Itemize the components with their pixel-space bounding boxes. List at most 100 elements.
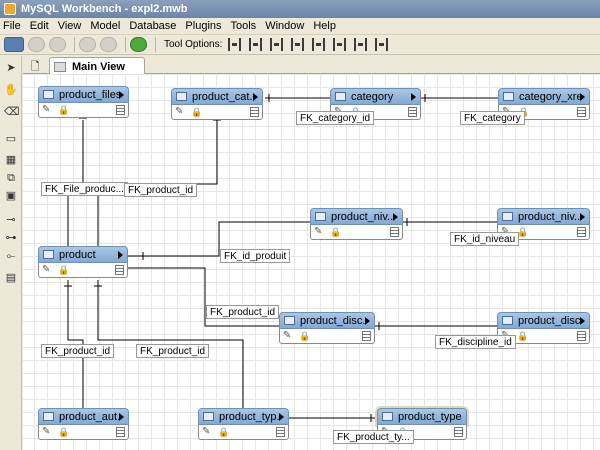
pencil-icon[interactable]: ✎ [283,331,291,341]
distribute-h-icon[interactable] [354,38,368,51]
lock-icon: 🔒 [58,105,70,115]
menu-model[interactable]: Model [90,20,120,32]
note-tool-icon[interactable]: ▤ [4,271,18,285]
fk-label[interactable]: FK_id_niveau [450,232,520,246]
lock-icon: 🔒 [58,427,70,437]
relationship-1-n-tool-icon[interactable]: ⊶ [4,231,18,245]
expand-arrow-icon[interactable] [118,250,123,259]
new-button[interactable] [28,37,45,52]
rows-icon [454,427,463,437]
menu-edit[interactable]: Edit [30,20,49,32]
hand-tool-icon[interactable]: ✋ [4,83,18,97]
rows-icon [250,107,259,117]
layer-tool-icon[interactable]: ▭ [4,132,18,146]
pencil-icon[interactable]: ✎ [42,265,50,275]
pencil-icon[interactable]: ✎ [314,227,322,237]
lock-icon: 🔒 [299,331,311,341]
align-right-icon[interactable] [270,38,284,51]
align-bottom-icon[interactable] [333,38,347,51]
menu-help[interactable]: Help [313,20,336,32]
table-icon [503,92,514,101]
menu-plugins[interactable]: Plugins [185,20,221,32]
fk-label[interactable]: FK_product_ty... [333,430,414,444]
align-left-icon[interactable] [228,38,242,51]
menu-tools[interactable]: Tools [231,20,257,32]
table-icon [284,316,295,325]
menu-view[interactable]: View [58,20,82,32]
tool-options-label: Tool Options: [164,39,223,50]
execute-button[interactable] [130,37,147,52]
lock-icon: 🔒 [330,227,342,237]
table-icon [335,92,346,101]
fk-label[interactable]: FK_category_id [296,111,375,125]
pencil-icon[interactable]: ✎ [42,427,50,437]
expand-arrow-icon[interactable] [365,316,370,325]
expand-arrow-icon[interactable] [393,212,398,221]
home-button[interactable] [4,37,24,52]
window-title: MySQL Workbench - expl2.mwb [21,3,188,15]
expand-arrow-icon[interactable] [279,412,284,421]
fk-label[interactable]: FK_product_id [41,344,115,358]
table-icon [315,212,326,221]
fk-label[interactable]: FK_product_id [124,183,198,197]
expand-arrow-icon[interactable] [411,92,416,101]
expand-arrow-icon[interactable] [580,92,585,101]
table-product-niv-a[interactable]: product_niv... ✎ 🔒 [310,208,403,242]
align-top-icon[interactable] [291,38,305,51]
table-icon [382,412,393,421]
relationship-1-1-tool-icon[interactable]: ⊸ [4,213,18,227]
align-center-icon[interactable] [249,38,263,51]
table-product-aut[interactable]: product_aut... ✎ 🔒 [38,408,129,442]
menu-window[interactable]: Window [265,20,304,32]
tab-main-view[interactable]: Main View [49,57,145,75]
table-icon [502,212,513,221]
redo-button[interactable] [100,37,117,52]
title-bar: MySQL Workbench - expl2.mwb [0,0,600,18]
fk-label[interactable]: FK_id_produit [220,249,291,263]
rows-icon [408,107,417,117]
fk-label[interactable]: FK_product_id [136,344,210,358]
tab-label: Main View [72,60,125,73]
expand-arrow-icon[interactable] [119,90,124,99]
relationship-n-m-tool-icon[interactable]: ⟜ [4,249,18,263]
distribute-v-icon[interactable] [375,38,389,51]
open-button[interactable] [49,37,66,52]
table-name: product_type [398,410,462,423]
fk-label[interactable]: FK_product_id [206,305,280,319]
diagram-canvas[interactable]: product_files ✎ 🔒 product_cat... ✎ 🔒 categ… [23,74,600,450]
new-tab-icon[interactable]: 🗋 [27,58,43,73]
table-product-cat[interactable]: product_cat... ✎ 🔒 [171,88,263,122]
table-product-typ[interactable]: product_typ... ✎ 🔒 [198,408,289,442]
toolbar-separator [155,37,156,52]
fk-label[interactable]: FK_category [460,111,525,125]
menu-file[interactable]: File [3,20,21,32]
expand-arrow-icon[interactable] [253,92,258,101]
menu-database[interactable]: Database [129,20,176,32]
fk-label[interactable]: FK_File_produc... [41,182,128,196]
undo-button[interactable] [79,37,96,52]
pencil-icon[interactable]: ✎ [202,427,210,437]
table-product-disc-a[interactable]: product_disc... ✎ 🔒 [279,312,375,346]
table-name: product_aut... [59,410,119,423]
table-tool-icon[interactable]: ▦ [4,153,18,167]
toolbar-separator [125,37,126,52]
expand-arrow-icon[interactable] [580,316,585,325]
tool-palette: ➤ ✋ ⌫ ▭ ▦ ⧉ ▣ ⊸ ⊶ ⟜ ▤ [0,56,22,450]
eraser-tool-icon[interactable]: ⌫ [4,105,20,119]
lock-icon: 🔒 [517,331,529,341]
tab-bar: 🗋 Main View [23,56,600,75]
diagram-icon [54,61,66,72]
table-name: product_niv... [518,210,580,223]
align-middle-icon[interactable] [312,38,326,51]
view-tool-icon[interactable]: ⧉ [4,171,18,185]
pencil-icon[interactable]: ✎ [175,107,183,117]
routine-tool-icon[interactable]: ▣ [4,189,18,203]
pencil-icon[interactable]: ✎ [42,105,50,115]
relationship-line [97,106,218,246]
fk-label[interactable]: FK_discipline_id [435,335,516,349]
expand-arrow-icon[interactable] [119,412,124,421]
expand-arrow-icon[interactable] [580,212,585,221]
pointer-tool-icon[interactable]: ➤ [4,61,18,75]
table-product-files[interactable]: product_files ✎ 🔒 [38,86,129,120]
table-product[interactable]: product ✎ 🔒 [38,246,128,280]
